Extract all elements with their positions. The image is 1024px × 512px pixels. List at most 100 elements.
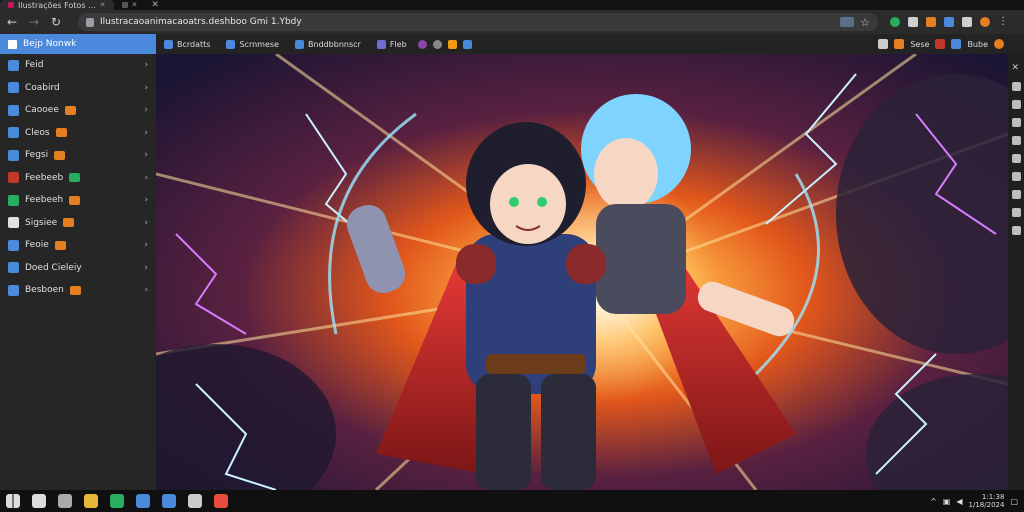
close-icon[interactable]: ✕: [100, 1, 106, 9]
video-icon: [8, 172, 19, 184]
grid-icon[interactable]: [1011, 136, 1021, 145]
menu-dots-icon[interactable]: ⋮: [998, 17, 1008, 27]
sidebar-item-label: Fegsi: [25, 150, 49, 161]
sidebar-item[interactable]: Feid ›: [0, 54, 156, 77]
bookmark-item[interactable]: Bnddbbnnscr: [287, 39, 369, 49]
badge-icon: [69, 173, 81, 183]
store-icon[interactable]: [136, 494, 150, 508]
close-icon[interactable]: ✕: [132, 1, 138, 9]
sidebar-item[interactable]: Feebeeb ›: [0, 167, 156, 190]
sidebar-item[interactable]: Feebeeh ›: [0, 189, 156, 212]
bookmark-icon[interactable]: [935, 39, 946, 49]
sidebar-item[interactable]: Besboen ›: [0, 279, 156, 302]
sidebar-item[interactable]: Cleos ›: [0, 122, 156, 145]
sidebar-item[interactable]: Caooee ›: [0, 99, 156, 122]
pen-icon[interactable]: [1011, 100, 1021, 109]
list-icon[interactable]: [1011, 172, 1021, 181]
music-icon[interactable]: [1011, 190, 1021, 199]
forward-arrow-icon[interactable]: →: [26, 14, 42, 30]
extension-icon[interactable]: [908, 17, 918, 27]
network-icon[interactable]: ▣: [943, 497, 951, 506]
tab-title: Ilustrações Fotos ...: [18, 0, 96, 10]
anime-artwork-image: [156, 54, 1008, 490]
bookmark-item[interactable]: [415, 39, 430, 49]
chevron-right-icon[interactable]: ›: [144, 285, 148, 295]
bookmark-item[interactable]: [445, 39, 460, 49]
page-icon[interactable]: [1011, 118, 1021, 127]
bookmark-label[interactable]: Sese: [910, 40, 929, 49]
sidebar-item[interactable]: Sigsiee ›: [0, 212, 156, 235]
bookmark-item[interactable]: [430, 39, 445, 49]
extension-icon[interactable]: [926, 17, 936, 27]
right-toolbar: ✕: [1008, 54, 1024, 490]
notification-icon[interactable]: ▢: [1010, 497, 1018, 506]
translate-icon[interactable]: [840, 17, 855, 27]
bookmark-item[interactable]: Fleb: [369, 39, 415, 49]
sidebar-item-label: Doed Cieleiy: [25, 262, 82, 273]
extension-icon[interactable]: [962, 17, 972, 27]
chevron-right-icon[interactable]: ›: [144, 83, 148, 93]
chevron-right-icon[interactable]: ›: [144, 128, 148, 138]
box-icon[interactable]: [1011, 154, 1021, 163]
chevron-right-icon[interactable]: ›: [144, 240, 148, 250]
bookmark-icon[interactable]: [951, 39, 962, 49]
extension-icon[interactable]: [944, 17, 954, 27]
bookmarks-right: Sese Bube: [878, 39, 1024, 49]
address-bar[interactable]: Ilustracaoanimacaoatrs.deshboo Gmi 1.Ybd…: [78, 13, 878, 31]
chrome-icon[interactable]: [84, 494, 98, 508]
sidebar-item[interactable]: Doed Cieleiy ›: [0, 257, 156, 280]
bookmark-star-icon[interactable]: ☆: [860, 16, 870, 29]
profile-avatar[interactable]: [980, 17, 990, 27]
chevron-right-icon[interactable]: ›: [144, 218, 148, 228]
edit-icon[interactable]: [1011, 82, 1021, 91]
camera-icon[interactable]: [58, 494, 72, 508]
bookmark-item[interactable]: Scrnmese: [218, 39, 287, 49]
volume-icon[interactable]: ◀: [956, 497, 962, 506]
settings-icon[interactable]: [1011, 226, 1021, 235]
back-arrow-icon[interactable]: ←: [4, 14, 20, 30]
bookmark-icon: [432, 39, 442, 49]
new-tab-button[interactable]: ✕: [151, 0, 159, 10]
chevron-right-icon[interactable]: ›: [144, 195, 148, 205]
home-icon[interactable]: [162, 494, 176, 508]
sidebar-header-label: Bejp Nonwk: [23, 39, 77, 49]
game-icon[interactable]: [214, 494, 228, 508]
bookmark-icon[interactable]: [894, 39, 905, 49]
bookmark-icon[interactable]: [878, 39, 889, 49]
folder-icon: [8, 82, 19, 94]
chevron-up-icon[interactable]: ^: [930, 497, 937, 506]
chevron-right-icon[interactable]: ›: [144, 173, 148, 183]
sidebar-item[interactable]: Coabird ›: [0, 77, 156, 100]
badge-icon: [69, 285, 81, 295]
doc-icon: [8, 239, 19, 251]
steam-icon[interactable]: [188, 494, 202, 508]
badge-icon: [63, 218, 75, 228]
sidebar-item[interactable]: Feoie ›: [0, 234, 156, 257]
bookmark-label: Fleb: [389, 39, 407, 49]
chevron-right-icon[interactable]: ›: [144, 60, 148, 70]
url-text[interactable]: Ilustracaoanimacaoatrs.deshboo Gmi 1.Ybd…: [100, 17, 834, 27]
page-icon: [8, 149, 19, 161]
tab-favicon-icon: [8, 2, 14, 8]
site-info-icon[interactable]: [86, 17, 94, 27]
tab-active[interactable]: Ilustrações Fotos ... ✕: [0, 0, 114, 10]
clock[interactable]: 1:1:38 1/18/2024: [969, 493, 1005, 509]
chevron-right-icon[interactable]: ›: [144, 105, 148, 115]
sheet-icon: [8, 194, 19, 206]
bookmark-item[interactable]: Bcrdatts: [156, 39, 218, 49]
windows-start-icon[interactable]: [6, 494, 20, 508]
user-icon[interactable]: [1011, 208, 1021, 217]
bookmark-icon[interactable]: [994, 39, 1004, 49]
close-icon[interactable]: ✕: [1012, 64, 1021, 73]
sidebar-header[interactable]: Bejp Nonwk: [0, 34, 156, 54]
bookmark-label[interactable]: Bube: [967, 40, 988, 49]
search-icon[interactable]: [32, 494, 46, 508]
chevron-right-icon[interactable]: ›: [144, 263, 148, 273]
chevron-right-icon[interactable]: ›: [144, 150, 148, 160]
extension-icon[interactable]: [890, 17, 900, 27]
reload-icon[interactable]: ↻: [48, 14, 64, 30]
tab-inactive[interactable]: ✕: [114, 0, 146, 10]
excel-icon[interactable]: [110, 494, 124, 508]
sidebar-item[interactable]: Fegsi ›: [0, 144, 156, 167]
bookmark-item[interactable]: [460, 39, 475, 49]
